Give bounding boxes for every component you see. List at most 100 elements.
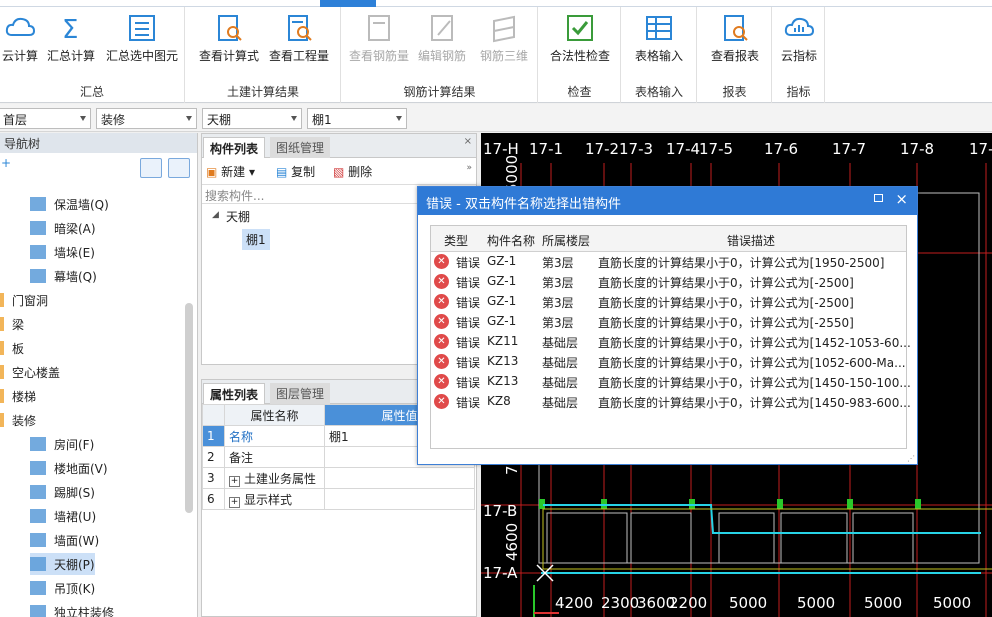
copy-icon: ▤: [276, 165, 288, 179]
close-icon[interactable]: ×: [895, 190, 908, 208]
nav-item[interactable]: 墙垛(E): [30, 241, 95, 263]
error-name[interactable]: KZ13: [487, 354, 518, 368]
new-button[interactable]: ▣ 新建 ▾: [206, 163, 255, 180]
nav-item-label: 房间(F): [54, 437, 95, 452]
expand-icon[interactable]: +: [229, 475, 240, 487]
error-row[interactable]: ✕ 错误 KZ11 基础层 直筋长度的计算结果小于0，计算公式为[1452-1053-6…: [431, 332, 911, 352]
cloud-calc-button[interactable]: 云计算: [0, 11, 40, 73]
group-label-table-input: 表格输入: [634, 85, 683, 99]
nav-item[interactable]: 踢脚(S): [30, 481, 95, 503]
error-desc: 直筋长度的计算结果小于0，计算公式为[1450-983-600...: [598, 396, 911, 410]
expand-icon[interactable]: +: [229, 496, 240, 508]
tree-node-ceiling-1[interactable]: 棚1: [242, 229, 270, 250]
edit-rebar-button[interactable]: 编辑钢筋: [414, 11, 470, 73]
grid-view-icon[interactable]: [168, 158, 190, 178]
nav-item[interactable]: 板: [0, 337, 24, 359]
more-icon[interactable]: »: [466, 163, 472, 173]
group-label-check: 检查: [567, 85, 592, 99]
component-icon: [30, 245, 46, 259]
tab-layer-management[interactable]: 图层管理: [270, 383, 331, 404]
error-name[interactable]: KZ8: [487, 394, 511, 408]
error-name[interactable]: GZ-1: [487, 254, 516, 268]
folder-icon: [0, 317, 4, 331]
validity-check-button[interactable]: 合法性检查: [545, 11, 615, 73]
view-report-button[interactable]: 查看报表: [704, 11, 766, 73]
sigma-icon: Σ: [62, 15, 78, 43]
rebar-3d-button[interactable]: 钢筋三维: [476, 11, 532, 73]
tab-property-list[interactable]: 属性列表: [203, 383, 266, 404]
nav-item[interactable]: 房间(F): [30, 433, 94, 455]
component-icon: [30, 197, 46, 211]
nav-item[interactable]: 门窗洞: [0, 289, 48, 311]
error-row[interactable]: ✕ 错误 GZ-1 第3层 直筋长度的计算结果小于0，计算公式为[-2500]: [431, 272, 906, 292]
list-view-icon[interactable]: [140, 158, 162, 178]
copy-button[interactable]: ▤ 复制: [276, 163, 315, 180]
error-name[interactable]: GZ-1: [487, 274, 516, 288]
error-type: 错误: [456, 296, 481, 310]
nav-item-label: 墙面(W): [54, 533, 100, 548]
error-name[interactable]: KZ13: [487, 374, 518, 388]
column-floor[interactable]: 所属楼层: [542, 232, 590, 249]
error-name[interactable]: GZ-1: [487, 314, 516, 328]
table-input-button[interactable]: 表格输入: [628, 11, 690, 73]
error-name[interactable]: GZ-1: [487, 294, 516, 308]
error-dialog-titlebar[interactable]: 错误 - 双击构件名称选择出错构件 ×: [418, 187, 917, 215]
floor-select[interactable]: 首层: [0, 108, 91, 129]
cloud-index-button[interactable]: 云指标: [775, 11, 823, 73]
close-icon[interactable]: ×: [464, 136, 472, 147]
type-select[interactable]: 天棚: [202, 108, 302, 129]
column-type[interactable]: 类型: [444, 232, 468, 249]
column-description[interactable]: 错误描述: [727, 232, 775, 249]
error-name[interactable]: KZ11: [487, 334, 518, 348]
error-floor: 基础层: [542, 396, 579, 410]
property-row[interactable]: 3 + 土建业务属性: [202, 467, 475, 489]
nav-item[interactable]: 墙面(W): [30, 529, 99, 551]
view-quantity-button[interactable]: 查看工程量: [268, 11, 330, 73]
nav-item[interactable]: 墙裙(U): [30, 505, 96, 527]
header-property-name: 属性名称: [224, 404, 325, 426]
nav-item-label: 装修: [12, 413, 37, 428]
nav-item[interactable]: 楼梯: [0, 385, 36, 407]
nav-item[interactable]: 空心楼盖: [0, 361, 60, 383]
nav-item[interactable]: 吊顶(K): [30, 577, 95, 599]
category-select[interactable]: 装修: [96, 108, 197, 129]
nav-item[interactable]: 装修: [0, 409, 36, 431]
add-icon[interactable]: +: [1, 156, 11, 170]
axis-label: 17-2: [585, 140, 619, 158]
view-formula-button[interactable]: 查看计算式: [198, 11, 260, 73]
nav-item[interactable]: 暗梁(A): [30, 217, 96, 239]
collapse-icon[interactable]: ◢: [212, 210, 219, 220]
nav-item[interactable]: 保温墙(Q): [30, 193, 109, 215]
tab-drawing-management[interactable]: 图纸管理: [270, 137, 331, 158]
property-row[interactable]: 6 + 显示样式: [202, 488, 475, 510]
nav-item[interactable]: 楼地面(V): [30, 457, 108, 479]
component-icon: [30, 269, 46, 283]
error-row[interactable]: ✕ 错误 KZ8 基础层 直筋长度的计算结果小于0，计算公式为[1450-983-600…: [431, 392, 911, 412]
resize-grip-icon[interactable]: ⋰: [907, 454, 915, 463]
nav-scrollbar[interactable]: [185, 303, 193, 513]
nav-item[interactable]: 独立柱装修: [30, 601, 114, 617]
error-row[interactable]: ✕ 错误 KZ13 基础层 直筋长度的计算结果小于0，计算公式为[1450-150-10…: [431, 372, 911, 392]
delete-button[interactable]: ▧ 删除: [333, 163, 372, 180]
nav-item[interactable]: 幕墙(Q): [30, 265, 97, 287]
nav-item[interactable]: 梁: [0, 313, 24, 335]
axis-label: 17-B: [483, 502, 517, 520]
folder-icon: [0, 341, 4, 355]
error-row[interactable]: ✕ 错误 GZ-1 第3层 直筋长度的计算结果小于0，计算公式为[-2550]: [431, 312, 906, 332]
property-value: [324, 488, 475, 510]
error-row[interactable]: ✕ 错误 GZ-1 第3层 直筋长度的计算结果小于0，计算公式为[1950-2500]: [431, 252, 906, 272]
nav-item[interactable]: 天棚(P): [30, 553, 95, 575]
dimension-label: 2200: [669, 594, 707, 612]
summary-calc-button[interactable]: Σ 汇总计算: [45, 11, 97, 73]
view-rebar-button[interactable]: 查看钢筋量: [348, 11, 410, 73]
tab-engineering-quantity-active[interactable]: [320, 0, 376, 7]
maximize-icon[interactable]: [874, 194, 883, 202]
item-select[interactable]: 棚1: [307, 108, 407, 129]
summary-selected-button[interactable]: 汇总选中图元: [103, 11, 181, 73]
error-row[interactable]: ✕ 错误 KZ13 基础层 直筋长度的计算结果小于0，计算公式为[1052-600-Ma…: [431, 352, 906, 372]
error-row[interactable]: ✕ 错误 GZ-1 第3层 直筋长度的计算结果小于0，计算公式为[-2500]: [431, 292, 906, 312]
view-report-label: 查看报表: [710, 49, 759, 63]
tree-node-ceiling[interactable]: 天棚: [226, 208, 250, 225]
tab-component-list[interactable]: 构件列表: [203, 137, 266, 158]
column-component-name[interactable]: 构件名称: [487, 232, 535, 249]
